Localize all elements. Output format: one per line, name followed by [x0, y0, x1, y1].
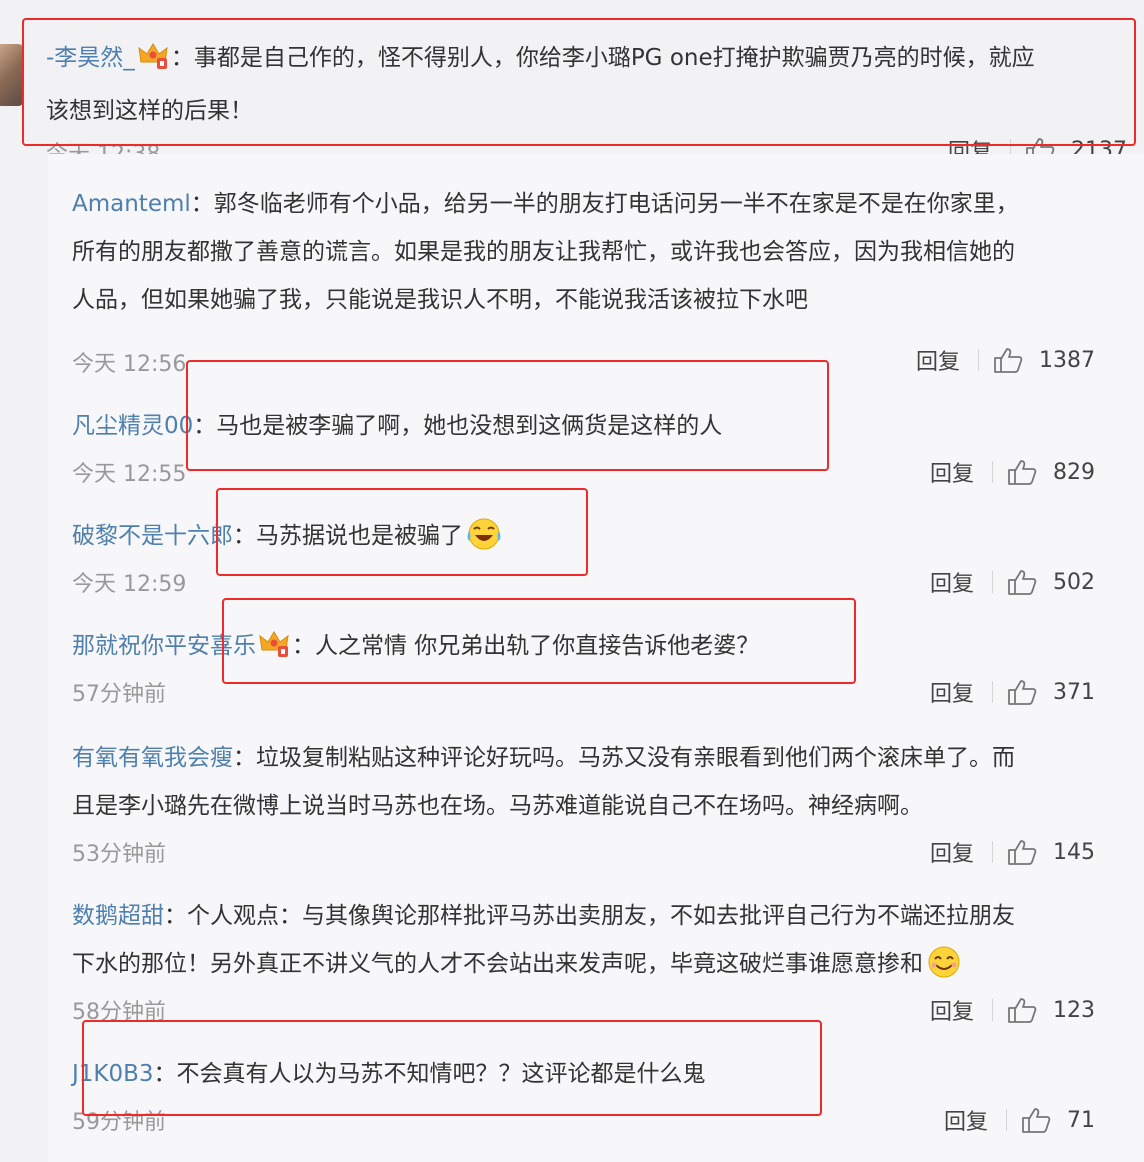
like-count: 1387 — [1039, 347, 1096, 373]
reply-actions: 回复 829 — [930, 456, 1095, 488]
thumbs-up-icon — [1008, 680, 1037, 705]
reply-actions: 回复 145 — [930, 836, 1095, 868]
thumbs-up-icon — [1008, 840, 1037, 865]
reply-time: 今天 12:56 — [72, 352, 187, 377]
main-comment: -李昊然_ ：事都是自己作的，怪不得别人，你给李小璐PG one打掩护欺骗贾乃亮… — [46, 34, 1136, 135]
reply-button[interactable]: 回复 — [930, 836, 974, 868]
reply-actions: 回复 371 — [930, 676, 1095, 708]
reply-time: 59分钟前 — [72, 1110, 166, 1135]
reply-time: 58分钟前 — [72, 1000, 166, 1025]
main-comment-text-1: ：事都是自己作的，怪不得别人，你给李小璐PG one打掩护欺骗贾乃亮的时候，就应 — [170, 45, 1035, 71]
thumbs-up-icon — [1008, 460, 1037, 485]
reply-username[interactable]: 破黎不是十六郎 — [72, 523, 233, 549]
reply-button[interactable]: 回复 — [930, 566, 974, 598]
like-button[interactable]: 502 — [1007, 568, 1095, 596]
reply-actions: 回复 502 — [930, 566, 1095, 598]
reply-time: 今天 12:59 — [72, 572, 187, 597]
reply-item: 数鹅超甜：个人观点：与其像舆论那样批评马苏出卖朋友，不如去批评自己行为不端还拉朋… — [72, 892, 1134, 996]
thumbs-up-icon — [994, 348, 1023, 373]
laughing-crying-emoji-icon — [465, 517, 503, 568]
like-button[interactable]: 371 — [1007, 678, 1095, 706]
reply-actions: 回复 123 — [930, 994, 1095, 1026]
like-count: 123 — [1053, 997, 1096, 1023]
thumbs-up-icon — [1022, 1108, 1051, 1133]
reply-button[interactable]: 回复 — [916, 344, 960, 376]
reply-username[interactable]: 有氧有氧我会瘦 — [72, 745, 233, 771]
reply-item: 破黎不是十六郎：马苏据说也是被骗了 — [72, 512, 1134, 568]
reply-item: 那就祝你平安喜乐 ：人之常情 你兄弟出轨了你直接告诉他老婆？ — [72, 622, 1134, 675]
reply-item: 有氧有氧我会瘦：垃圾复制粘贴这种评论好玩吗。马苏又没有亲眼看到他们两个滚床单了。… — [72, 745, 1015, 819]
reply-item: 凡尘精灵00：马也是被李骗了啊，她也没想到这俩货是这样的人 — [72, 413, 723, 439]
like-button[interactable]: 71 — [1021, 1106, 1095, 1134]
thumbs-up-icon — [1008, 570, 1037, 595]
main-comment-text-2: 该想到这样的后果！ — [46, 98, 253, 124]
thumbs-up-icon — [1008, 998, 1037, 1023]
reply-button[interactable]: 回复 — [930, 456, 974, 488]
like-button[interactable]: 145 — [1007, 838, 1095, 866]
reply-time: 53分钟前 — [72, 842, 166, 867]
reply-item: J1K0B3：不会真有人以为马苏不知情吧？？这评论都是什么鬼 — [72, 1061, 706, 1087]
like-count: 71 — [1067, 1107, 1096, 1133]
reply-username[interactable]: J1K0B3 — [72, 1061, 154, 1087]
reply-username[interactable]: 那就祝你平安喜乐 — [72, 633, 256, 659]
like-count: 371 — [1053, 679, 1096, 705]
reply-username[interactable]: 数鹅超甜 — [72, 903, 164, 929]
reply-button[interactable]: 回复 — [930, 994, 974, 1026]
like-count: 829 — [1053, 459, 1096, 485]
reply-button[interactable]: 回复 — [944, 1104, 988, 1136]
vip-crown-icon — [258, 627, 290, 675]
like-count: 502 — [1053, 569, 1096, 595]
reply-username[interactable]: Amanteml — [72, 191, 191, 217]
reply-time: 今天 12:55 — [72, 462, 187, 487]
like-button[interactable]: 829 — [1007, 458, 1095, 486]
like-count: 145 — [1053, 839, 1096, 865]
vip-crown-icon — [137, 39, 169, 87]
reply-item: Amanteml：郭冬临老师有个小品，给另一半的朋友打电话问另一半不在家是不是在… — [72, 191, 1019, 313]
reply-thread: Amanteml：郭冬临老师有个小品，给另一半的朋友打电话问另一半不在家是不是在… — [48, 154, 1144, 1162]
avatar[interactable] — [0, 44, 24, 106]
like-button[interactable]: 1387 — [993, 346, 1095, 374]
reply-actions: 回复 71 — [944, 1104, 1095, 1136]
smile-emoji-icon — [925, 945, 963, 996]
like-button[interactable]: 123 — [1007, 996, 1095, 1024]
reply-button[interactable]: 回复 — [930, 676, 974, 708]
main-comment-username[interactable]: -李昊然_ — [46, 45, 135, 71]
reply-username[interactable]: 凡尘精灵00 — [72, 413, 193, 439]
reply-actions: 回复 1387 — [916, 344, 1095, 376]
reply-time: 57分钟前 — [72, 682, 166, 707]
